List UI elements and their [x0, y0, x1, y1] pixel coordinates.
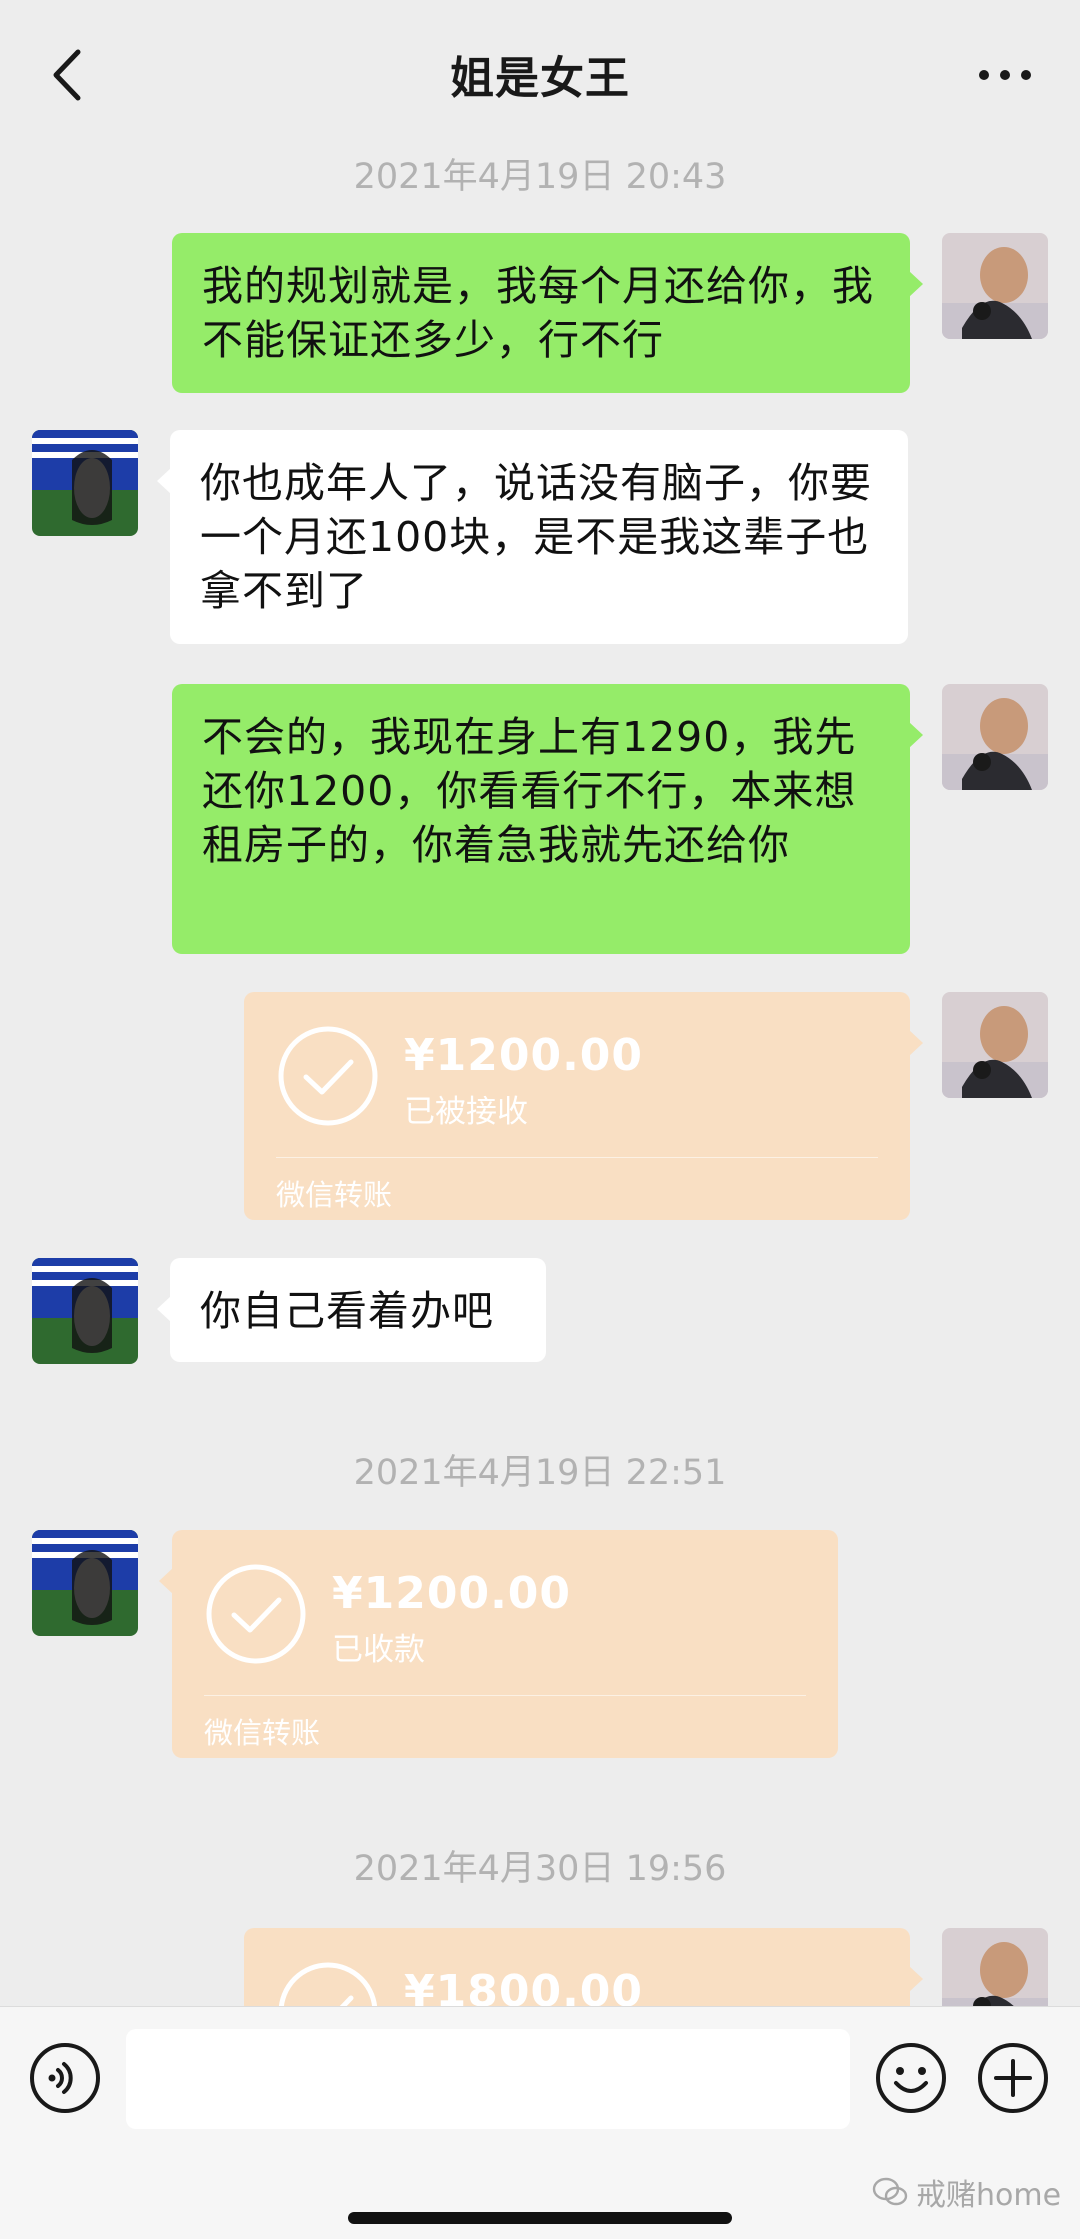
- divider: [276, 1157, 878, 1158]
- my-avatar[interactable]: [942, 992, 1048, 1098]
- wechat-logo-icon: [872, 2177, 908, 2206]
- check-circle-icon: [278, 1026, 378, 1126]
- transfer-status: 已被接收: [404, 1094, 528, 1130]
- transfer-card-sent[interactable]: ¥1200.00 已被接收 微信转账: [244, 992, 923, 1220]
- transfer-label: 微信转账: [204, 1716, 321, 1750]
- watermark: 戒赌home: [872, 2170, 1061, 2214]
- more-options-icon[interactable]: [970, 40, 1040, 110]
- contact-avatar[interactable]: [32, 430, 138, 536]
- chat-title: 姐是女王: [450, 53, 630, 104]
- transfer-status: 已收款: [332, 1632, 425, 1668]
- message-bubble-received[interactable]: 你自己看着办吧: [157, 1258, 546, 1362]
- timestamp: 2021年4月19日 20:43: [353, 157, 727, 197]
- check-circle-icon: [206, 1564, 306, 1664]
- timestamp: 2021年4月30日 19:56: [353, 1849, 727, 1889]
- transfer-amount: ¥1200.00: [332, 1568, 572, 1619]
- plus-icon[interactable]: [976, 2041, 1050, 2115]
- message-input[interactable]: [126, 2029, 850, 2129]
- message-bubble-sent[interactable]: 我的规划就是，我每个月还给你，我不能保证还多少，行不行: [172, 233, 923, 393]
- message-bubble-sent[interactable]: 不会的，我现在身上有1290，我先还你1200，你看看行不行，本来想租房子的，你…: [172, 684, 923, 954]
- message-bubble-received[interactable]: 你也成年人了，说话没有脑子，你要一个月还100块，是不是我这辈子也拿不到了: [157, 430, 908, 644]
- divider: [204, 1695, 806, 1696]
- transfer-label: 微信转账: [276, 1178, 393, 1212]
- transfer-amount: ¥1200.00: [404, 1030, 644, 1081]
- my-avatar[interactable]: [942, 233, 1048, 339]
- top-nav-bar: 姐是女王: [0, 0, 1080, 150]
- contact-avatar[interactable]: [32, 1258, 138, 1364]
- contact-avatar[interactable]: [32, 1530, 138, 1636]
- transfer-card-received[interactable]: ¥1200.00 已收款 微信转账: [159, 1530, 838, 1758]
- emoji-icon[interactable]: [874, 2041, 948, 2115]
- voice-input-icon[interactable]: [28, 2041, 102, 2115]
- my-avatar[interactable]: [942, 684, 1048, 790]
- timestamp: 2021年4月19日 22:51: [353, 1453, 727, 1493]
- home-indicator: [348, 2212, 732, 2224]
- watermark-text: 戒赌home: [916, 2178, 1062, 2213]
